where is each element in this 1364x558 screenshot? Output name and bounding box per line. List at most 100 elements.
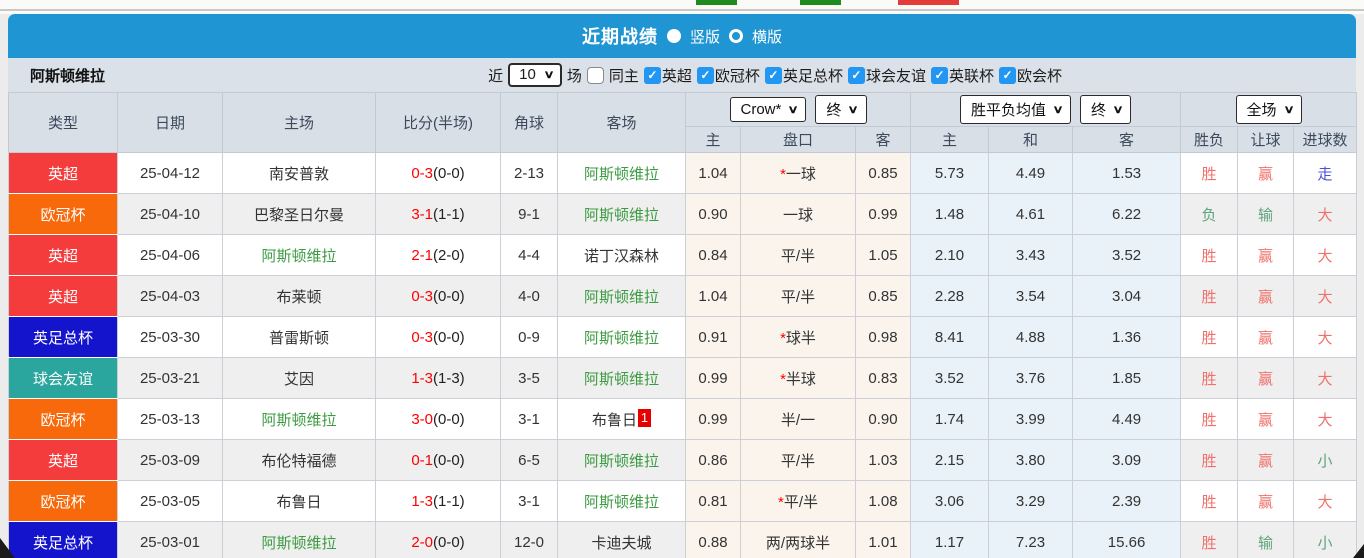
horizontal-view-label[interactable]: 横版 [752, 26, 782, 47]
scope-select[interactable]: 全场 ∨ [1235, 95, 1302, 124]
score-cell: 0-3(0-0) [375, 152, 501, 194]
match-date: 25-03-30 [117, 316, 223, 358]
col-header-handicap: 让球 [1237, 126, 1295, 153]
col-header-odds-home: 主 [685, 126, 741, 153]
away-team: 诺丁汉森林 [557, 234, 686, 276]
handicap-result: 输 [1237, 521, 1295, 558]
goals-result: 小 [1293, 521, 1358, 558]
avg-away: 15.66 [1072, 521, 1182, 558]
odds-company-select[interactable]: Crow* ∨ [729, 97, 807, 122]
away-odds: 0.99 [854, 193, 912, 235]
away-team: 卡迪夫城 [557, 521, 686, 558]
home-odds: 0.91 [685, 316, 741, 358]
col-header-avg-away: 客 [1072, 126, 1182, 153]
match-date: 25-04-10 [117, 193, 223, 235]
filter-controls: 近 10 ∨ 场 同主 ✓ 英超 ✓ 欧冠杯 ✓ 英足总杯 ✓ 球会友谊 ✓ 英… [488, 63, 1062, 87]
chevron-down-icon: ∨ [1112, 104, 1124, 116]
same-home-checkbox[interactable] [586, 66, 604, 84]
score-cell: 2-1(2-0) [375, 234, 501, 276]
avg-home: 3.06 [910, 480, 990, 522]
goals-result: 大 [1293, 234, 1358, 276]
avg-away: 3.52 [1072, 234, 1182, 276]
competition-filter-ucl[interactable]: ✓ 欧冠杯 [696, 65, 760, 86]
match-count-select[interactable]: 10 ∨ [508, 63, 562, 87]
score-cell: 0-1(0-0) [375, 439, 501, 481]
avg-draw: 3.80 [988, 439, 1074, 481]
handicap-line: 两/两球半 [740, 521, 856, 558]
chevron-down-icon: ∨ [847, 104, 860, 116]
check-icon[interactable]: ✓ [696, 66, 714, 84]
col-header-odds-line: 盘口 [740, 126, 856, 153]
table-row: 英超 25-04-03 布莱顿 0-3(0-0) 4-0 阿斯顿维拉 1.04 … [8, 275, 1358, 317]
half-score: (0-0) [433, 533, 465, 551]
competition-badge: 英足总杯 [8, 316, 118, 358]
handicap-line: *半球 [740, 357, 856, 399]
corners: 3-1 [500, 480, 558, 522]
avg-away: 1.53 [1072, 152, 1182, 194]
chevron-down-icon: ∨ [1052, 104, 1064, 116]
check-icon[interactable]: ✓ [643, 66, 661, 84]
away-team: 布鲁日 1 [557, 398, 686, 440]
full-score: 2-1 [411, 246, 433, 264]
avg-group-header: 胜平负均值 ∨ 终 ∨ [910, 92, 1182, 127]
col-header-date: 日期 [117, 92, 223, 153]
handicap-line: 平/半 [740, 439, 856, 481]
check-icon[interactable]: ✓ [847, 66, 865, 84]
handicap-result: 赢 [1237, 152, 1295, 194]
avg-home: 1.48 [910, 193, 990, 235]
handicap-line: 平/半 [740, 275, 856, 317]
full-score: 0-1 [411, 451, 433, 469]
table-row: 欧冠杯 25-04-10 巴黎圣日尔曼 3-1(1-1) 9-1 阿斯顿维拉 0… [8, 193, 1358, 235]
competition-badge: 英超 [8, 439, 118, 481]
goals-result: 大 [1293, 480, 1358, 522]
result: 胜 [1180, 357, 1239, 399]
competition-badge: 欧冠杯 [8, 193, 118, 235]
vertical-view-label[interactable]: 竖版 [690, 26, 720, 47]
home-team: 阿斯顿维拉 [222, 234, 376, 276]
col-header-score: 比分(半场) [375, 92, 501, 153]
check-icon[interactable]: ✓ [930, 66, 948, 84]
goals-result: 大 [1293, 316, 1358, 358]
match-date: 25-03-05 [117, 480, 223, 522]
avg-home: 2.15 [910, 439, 990, 481]
chevron-down-icon: ∨ [787, 104, 800, 116]
result: 胜 [1180, 275, 1239, 317]
avg-type-select[interactable]: 胜平负均值 ∨ [959, 95, 1072, 124]
full-score: 0-3 [411, 328, 433, 346]
corners: 9-1 [500, 193, 558, 235]
avg-draw: 3.76 [988, 357, 1074, 399]
avg-home: 1.17 [910, 521, 990, 558]
table-row: 英超 25-04-12 南安普敦 0-3(0-0) 2-13 阿斯顿维拉 1.0… [8, 152, 1358, 194]
avg-state-select[interactable]: 终 ∨ [1080, 95, 1132, 124]
competition-filter-efl-cup[interactable]: ✓ 英联杯 [930, 65, 994, 86]
handicap-line: 一球 [740, 193, 856, 235]
full-score: 3-1 [411, 205, 433, 223]
score-cell: 1-3(1-3) [375, 357, 501, 399]
home-odds: 0.99 [685, 398, 741, 440]
competition-filter-friendly[interactable]: ✓ 球会友谊 [847, 65, 926, 86]
corners: 4-4 [500, 234, 558, 276]
vertical-view-radio[interactable] [666, 29, 681, 43]
corners: 12-0 [500, 521, 558, 558]
avg-draw: 7.23 [988, 521, 1074, 558]
home-team: 阿斯顿维拉 [222, 398, 376, 440]
handicap-line: *一球 [740, 152, 856, 194]
corners: 2-13 [500, 152, 558, 194]
competition-badge: 英足总杯 [8, 521, 118, 558]
corners: 3-5 [500, 357, 558, 399]
competition-filter-fa-cup[interactable]: ✓ 英足总杯 [764, 65, 843, 86]
avg-draw: 3.29 [988, 480, 1074, 522]
check-icon[interactable]: ✓ [998, 66, 1016, 84]
top-strip [0, 0, 1364, 14]
goals-result: 大 [1293, 275, 1358, 317]
horizontal-view-radio[interactable] [729, 29, 743, 43]
odds-state-select[interactable]: 终 ∨ [815, 95, 867, 124]
competition-filter-epl[interactable]: ✓ 英超 [643, 65, 692, 86]
check-icon[interactable]: ✓ [764, 66, 782, 84]
match-date: 25-04-12 [117, 152, 223, 194]
half-score: (1-3) [433, 369, 465, 387]
full-score: 0-3 [411, 164, 433, 182]
handicap-line: 半/一 [740, 398, 856, 440]
competition-filter-conference[interactable]: ✓ 欧会杯 [998, 65, 1062, 86]
home-team: 普雷斯顿 [222, 316, 376, 358]
